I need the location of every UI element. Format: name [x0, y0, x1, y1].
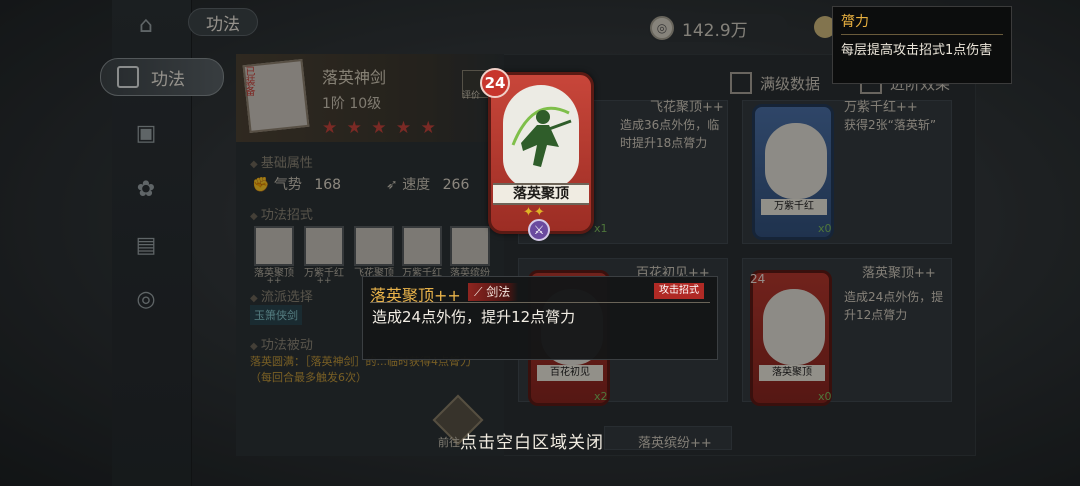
card-name: 落英聚顶	[493, 183, 589, 205]
buff-title: 膂力	[841, 11, 1003, 35]
focused-card: 落英聚顶 ✦✦	[488, 72, 594, 234]
buff-tooltip: 膂力 每层提高攻击招式1点伤害	[832, 6, 1012, 84]
card-stars: ✦✦	[523, 205, 545, 220]
close-hint: 点击空白区域关闭	[460, 433, 604, 453]
divider	[370, 302, 710, 303]
card-art	[503, 85, 579, 189]
cost-badge: 24	[480, 68, 510, 98]
sword-icon: ⚔	[528, 219, 550, 241]
swordsman-silhouette-icon	[511, 106, 572, 167]
buff-desc: 每层提高攻击招式1点伤害	[841, 43, 993, 58]
tooltip-type-tag: ⟋ 剑法	[468, 283, 519, 301]
sword-icon: ⟋	[474, 285, 487, 299]
tooltip-type-label: 剑法	[486, 285, 511, 299]
attack-tag: 攻击招式	[654, 283, 704, 299]
tooltip-desc: 造成24点外伤，提升12点膂力	[372, 308, 576, 326]
